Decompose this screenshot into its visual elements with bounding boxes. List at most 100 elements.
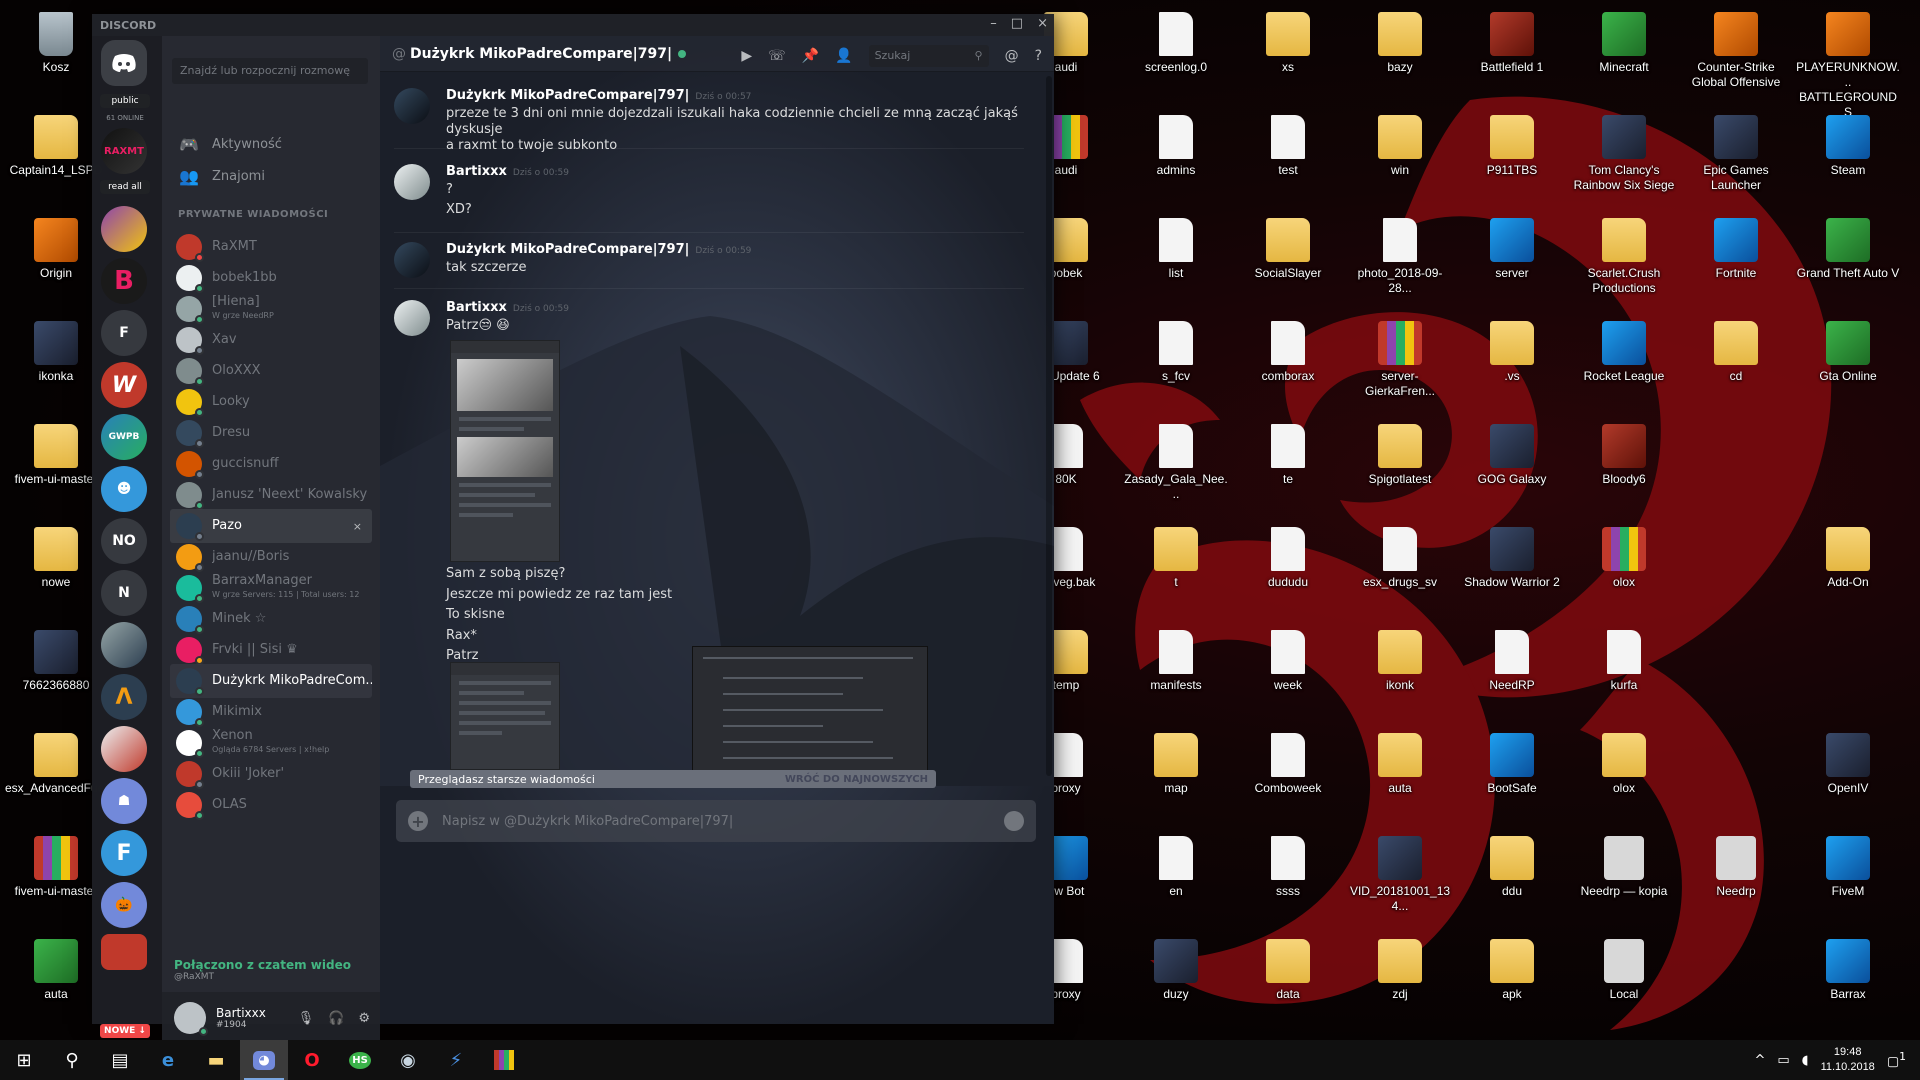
desktop-icon[interactable]: te: [1234, 416, 1342, 516]
volume-icon[interactable]: ◖: [1802, 1053, 1809, 1068]
desktop-icon[interactable]: OpenIV: [1794, 725, 1902, 825]
desktop-icon[interactable]: data: [1234, 931, 1342, 1031]
desktop-icon[interactable]: s_fcv: [1122, 313, 1230, 413]
desktop-icon[interactable]: FiveM: [1794, 828, 1902, 928]
dm-item[interactable]: Okiii 'Joker': [170, 757, 372, 791]
message-composer[interactable]: + Napisz w @Dużykrk MikoPadreCompare|797…: [396, 800, 1036, 842]
desktop-icon[interactable]: auta: [1346, 725, 1454, 825]
opera-icon[interactable]: O: [288, 1040, 336, 1080]
guild-f2[interactable]: F: [101, 830, 147, 876]
desktop-icon[interactable]: BootSafe: [1458, 725, 1566, 825]
desktop-icon[interactable]: Counter-Strike Global Offensive: [1682, 4, 1790, 104]
network-icon[interactable]: ▭: [1777, 1053, 1789, 1068]
message-author[interactable]: Dużykrk MikoPadreCompare|797| Dziś o 00:5…: [446, 242, 1024, 257]
dm-item[interactable]: RaXMT: [170, 230, 372, 264]
steam-icon[interactable]: ◉: [384, 1040, 432, 1080]
guild-robot[interactable]: ☻: [101, 466, 147, 512]
desktop-icon[interactable]: Minecraft: [1570, 4, 1678, 104]
guild-skull[interactable]: [101, 726, 147, 772]
image-attachment[interactable]: [450, 662, 560, 770]
desktop-icon[interactable]: screenlog.0: [1122, 4, 1230, 104]
dm-item[interactable]: Xenon Ogląda 6784 Servers | x!help: [170, 726, 372, 760]
desktop-icon[interactable]: .vs: [1458, 313, 1566, 413]
guild-f[interactable]: F: [101, 310, 147, 356]
desktop-icon[interactable]: Add-On: [1794, 519, 1902, 619]
dm-item[interactable]: Mikimix: [170, 695, 372, 729]
dm-item[interactable]: BarraxManager W grze Servers: 115 | Total…: [170, 571, 372, 605]
clock[interactable]: 19:48 11.10.2018: [1821, 1045, 1875, 1075]
voice-status[interactable]: Połączono z czatem wideo @RaXMT: [162, 952, 380, 992]
dm-item[interactable]: OloXXX: [170, 354, 372, 388]
message-author[interactable]: Bartixxx Dziś o 00:59: [446, 164, 1024, 179]
chevron-up-icon[interactable]: ^: [1755, 1053, 1766, 1068]
desktop-icon[interactable]: cd: [1682, 313, 1790, 413]
desktop-icon[interactable]: Spigotlatest: [1346, 416, 1454, 516]
winrar-icon[interactable]: [480, 1040, 528, 1080]
desktop-icon[interactable]: duzy: [1122, 931, 1230, 1031]
guild-hp[interactable]: [101, 934, 147, 970]
dm-item[interactable]: Pazo ×: [170, 509, 372, 543]
desktop-icon[interactable]: test: [1234, 107, 1342, 207]
desktop-icon[interactable]: Steam: [1794, 107, 1902, 207]
dm-item[interactable]: guccisnuff: [170, 447, 372, 481]
desktop-icon[interactable]: kurfa: [1570, 622, 1678, 722]
desktop-icon[interactable]: map: [1122, 725, 1230, 825]
dm-search-input[interactable]: Znajdź lub rozpocznij rozmowę: [172, 58, 368, 84]
desktop-icon[interactable]: Zasady_Gala_Nee...: [1122, 416, 1230, 516]
desktop-icon[interactable]: Needrp — kopia: [1570, 828, 1678, 928]
fivem-icon[interactable]: ⚡: [432, 1040, 480, 1080]
desktop-icon[interactable]: PLAYERUNKNOW... BATTLEGROUNDS: [1794, 4, 1902, 119]
home-button[interactable]: [101, 40, 147, 86]
dm-item[interactable]: Frvki || Sisi ♛: [170, 633, 372, 667]
guild-a[interactable]: Λ: [101, 674, 147, 720]
minimize-button[interactable]: –: [990, 16, 997, 31]
mention-icon[interactable]: @: [1005, 48, 1019, 64]
screenshot-preview[interactable]: [692, 646, 928, 776]
pin-icon[interactable]: 📌: [802, 48, 819, 64]
message-author[interactable]: Bartixxx Dziś o 00:59: [446, 300, 1024, 315]
desktop-icon[interactable]: Needrp: [1682, 828, 1790, 928]
desktop-icon[interactable]: Battlefield 1: [1458, 4, 1566, 104]
desktop-icon[interactable]: olox: [1570, 519, 1678, 619]
edge-icon[interactable]: e: [144, 1040, 192, 1080]
dm-item[interactable]: Dresu: [170, 416, 372, 450]
desktop-icon[interactable]: Barrax: [1794, 931, 1902, 1031]
add-friend-icon[interactable]: 👤: [835, 48, 852, 64]
desktop-icon[interactable]: win: [1346, 107, 1454, 207]
guild-b[interactable]: B: [101, 258, 147, 304]
desktop-icon[interactable]: esx_drugs_sv: [1346, 519, 1454, 619]
desktop-icon[interactable]: comborax: [1234, 313, 1342, 413]
dm-item[interactable]: [Hiena] W grze NeedRP: [170, 292, 372, 326]
guild-bot[interactable]: ☗: [101, 778, 147, 824]
desktop-icon[interactable]: GOG Galaxy: [1458, 416, 1566, 516]
desktop-icon[interactable]: apk: [1458, 931, 1566, 1031]
guild-no[interactable]: NO: [101, 518, 147, 564]
microphone-icon[interactable]: 🎙: [298, 1011, 315, 1026]
dm-item[interactable]: OLAS: [170, 788, 372, 822]
desktop-icon[interactable]: Grand Theft Auto V: [1794, 210, 1902, 310]
avatar[interactable]: [394, 164, 430, 200]
avatar[interactable]: [394, 242, 430, 278]
headphones-icon[interactable]: 🎧: [328, 1011, 344, 1026]
dm-item[interactable]: Xav: [170, 323, 372, 357]
desktop-icon[interactable]: Shadow Warrior 2: [1458, 519, 1566, 619]
desktop-icon[interactable]: olox: [1570, 725, 1678, 825]
desktop-icon[interactable]: dududu: [1234, 519, 1342, 619]
desktop-icon[interactable]: admins: [1122, 107, 1230, 207]
desktop-icon[interactable]: ssss: [1234, 828, 1342, 928]
maximize-button[interactable]: □: [1011, 16, 1023, 31]
desktop-icon[interactable]: Gta Online: [1794, 313, 1902, 413]
hs-icon[interactable]: HS: [336, 1040, 384, 1080]
desktop-icon[interactable]: SocialSlayer: [1234, 210, 1342, 310]
guild-pumpkin[interactable]: 🎃: [101, 882, 147, 928]
close-dm-icon[interactable]: ×: [353, 520, 362, 533]
voice-call-icon[interactable]: ☏: [768, 48, 786, 64]
avatar[interactable]: [174, 1002, 208, 1036]
message-input[interactable]: Napisz w @Dużykrk MikoPadreCompare|797|: [442, 814, 990, 829]
dm-item[interactable]: jaanu//Boris: [170, 540, 372, 574]
desktop-icon[interactable]: server-GierkaFren...: [1346, 313, 1454, 413]
dm-item[interactable]: Looky: [170, 385, 372, 419]
nav-activity[interactable]: 🎮 Aktywność: [170, 128, 370, 160]
guild-raxmt[interactable]: RAXMT: [101, 128, 147, 174]
desktop-icon[interactable]: Rocket League: [1570, 313, 1678, 413]
